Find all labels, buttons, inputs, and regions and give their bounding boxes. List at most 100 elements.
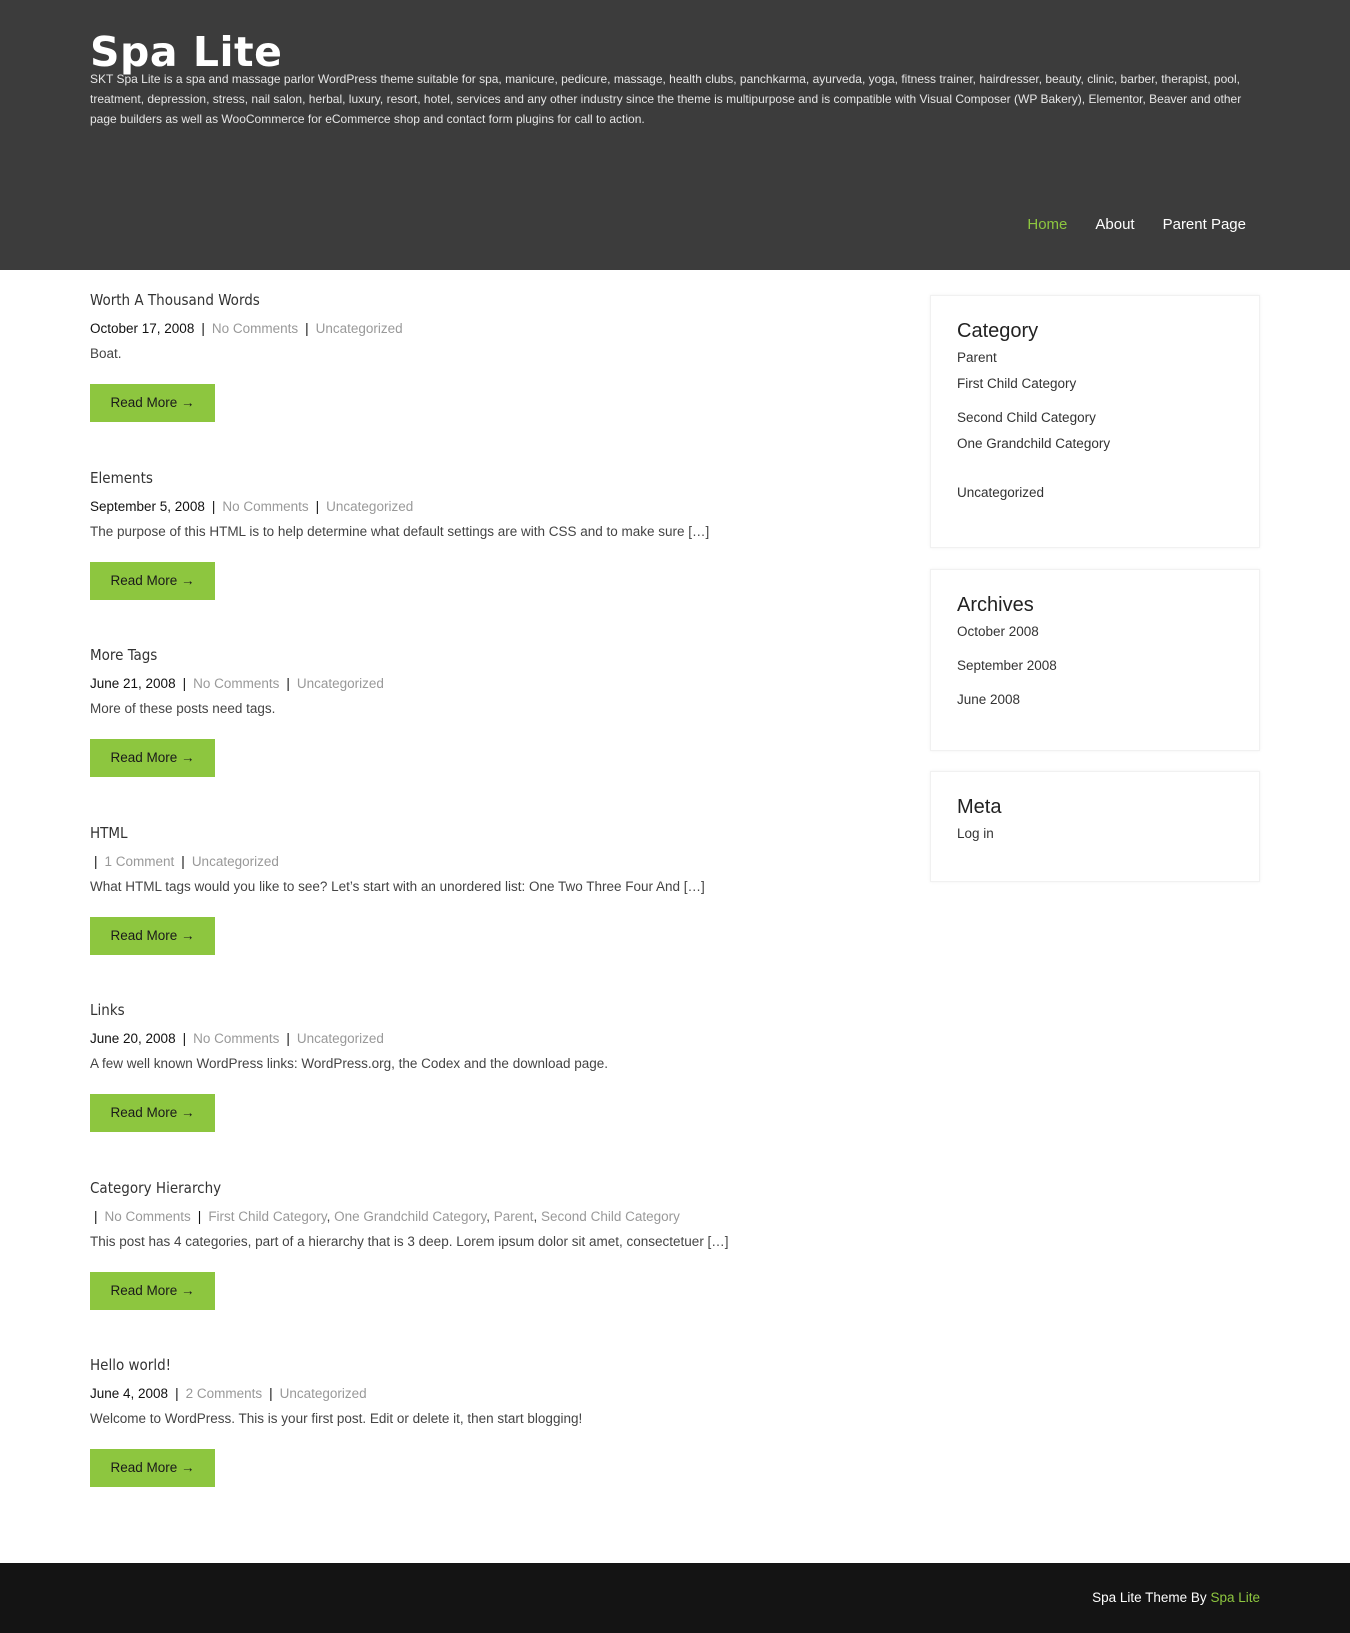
post-category-link[interactable]: Uncategorized [326,499,413,514]
category-list: Parent First Child Category Second Child… [957,350,1233,500]
category-comma: , [486,1208,494,1224]
meta-separator: | [182,1031,187,1046]
post-category-link[interactable]: Uncategorized [192,854,279,869]
post-list: Worth A Thousand Words October 17, 2008 | N… [90,290,870,1533]
post-title[interactable]: Elements [90,468,870,488]
post-comments-link[interactable]: 1 Comment [105,854,175,869]
meta-separator: | [181,853,185,869]
post-category-link[interactable]: Uncategorized [297,1031,384,1046]
read-more-button[interactable]: Read More → [90,1271,215,1310]
post-item: HTML | 1 Comment | Uncategorized What HTML ta… [90,823,870,1001]
meta-item-log-in[interactable]: Log in [957,826,1233,841]
post-excerpt: Welcome to WordPress. This is your first… [90,1411,583,1426]
category-item-first-child[interactable]: First Child Category [957,376,1233,391]
meta-separator: | [94,1208,98,1224]
read-more-button[interactable]: Read More → [90,739,215,777]
meta-separator: | [269,1386,273,1401]
post-date: June 20, 2008 [90,1031,176,1046]
read-more-button[interactable]: Read More → [90,561,215,600]
post-category-link[interactable]: Uncategorized [280,1386,367,1401]
post-date: October 17, 2008 [90,321,195,336]
category-widget-title: Category [957,320,1039,342]
footer-credit-text: Spa Lite Theme By [1092,1590,1207,1605]
archives-list: October 2008 September 2008 June 2008 [957,624,1233,707]
footer-credit-link[interactable]: Spa Lite [1210,1590,1260,1605]
post-comments-link[interactable]: 2 Comments [186,1386,263,1401]
nav-about[interactable]: About [1095,213,1134,237]
meta-widget-title: Meta [957,796,1002,818]
main-nav: Home About Parent Page [999,213,1246,237]
footer-credit: Spa Lite Theme By Spa Lite [1092,1589,1260,1607]
archives-widget-title: Archives [957,594,1034,616]
meta-separator: | [197,1208,202,1224]
meta-separator: | [211,498,216,514]
post-item: Hello world! June 4, 2008 | 2 Comments | Unca… [90,1355,870,1533]
post-category-link[interactable]: Uncategorized [297,676,384,691]
post-title[interactable]: HTML [90,823,870,843]
post-meta: | No Comments | First Child Category, One G… [90,1208,870,1226]
post-comments-link[interactable]: No Comments [193,676,279,691]
post-meta: September 5, 2008 | No Comments | Uncategori… [90,498,870,516]
post-item: Links June 20, 2008 | No Comments | Uncategor… [90,1000,870,1178]
category-item-parent[interactable]: Parent [957,350,1233,365]
read-more-button[interactable]: Read More → [90,916,215,955]
post-category-link[interactable]: First Child Category [208,1209,326,1224]
category-comma: , [533,1208,542,1224]
post-excerpt: What HTML tags would you like to see? Le… [90,878,705,894]
category-item-second-child[interactable]: Second Child Category [957,410,1233,425]
read-more-button[interactable]: Read More → [90,1094,215,1132]
meta-separator: | [286,1031,290,1046]
category-item-one-grandchild[interactable]: One Grandchild Category [957,436,1233,451]
post-date: June 4, 2008 [90,1386,169,1401]
archives-widget: Archives October 2008 September 2008 Jun… [930,569,1260,751]
meta-widget: Meta Log in [930,771,1260,882]
post-meta: October 17, 2008 | No Comments | Uncategoriz… [90,320,870,338]
meta-separator: | [315,498,320,514]
read-more-button[interactable]: Read More → [90,1449,215,1487]
post-item: Worth A Thousand Words October 17, 2008 | N… [90,290,870,468]
meta-separator: | [305,321,309,336]
meta-list: Log in [957,826,1233,841]
post-meta: June 4, 2008 | 2 Comments | Uncategorized [90,1385,870,1403]
post-meta: | 1 Comment | Uncategorized [90,853,870,871]
post-comments-link[interactable]: No Comments [222,499,308,514]
archive-item-june-2008[interactable]: June 2008 [957,692,1233,707]
post-excerpt: More of these posts need tags. [90,701,276,716]
post-category-link[interactable]: Uncategorized [316,321,403,336]
post-category-link[interactable]: One Grandchild Category [334,1209,486,1224]
post-title[interactable]: More Tags [90,645,870,665]
post-item: Elements September 5, 2008 | No Comments | Un… [90,468,870,646]
site-description: SKT Spa Lite is a spa and massage parlor… [90,72,1242,126]
post-category-link[interactable]: Second Child Category [541,1209,680,1224]
post-meta: June 21, 2008 | No Comments | Uncategorized [90,675,870,693]
post-comments-link[interactable]: No Comments [193,1031,279,1046]
post-excerpt: This post has 4 categories, part of a hi… [90,1233,729,1249]
meta-separator: | [286,676,290,691]
read-more-button[interactable]: Read More → [90,384,215,422]
site-header: Spa Lite SKT Spa Lite is a spa and massa… [0,0,1350,270]
post-date: September 5, 2008 [90,498,205,514]
post-excerpt: A few well known WordPress links: WordPr… [90,1056,609,1071]
post-date: June 21, 2008 [90,676,176,691]
post-item: More Tags June 21, 2008 | No Comments | Uncat… [90,645,870,823]
post-title[interactable]: Category Hierarchy [90,1178,870,1198]
meta-separator: | [201,321,205,336]
meta-separator: | [182,676,187,691]
site-footer: Spa Lite Theme By Spa Lite [0,1563,1350,1633]
post-excerpt: Boat. [90,346,122,361]
post-category-link[interactable]: Parent [494,1209,534,1224]
post-meta: June 20, 2008 | No Comments | Uncategorized [90,1030,870,1048]
nav-parent-page[interactable]: Parent Page [1163,213,1246,237]
post-title[interactable]: Links [90,1000,870,1020]
category-comma: , [326,1208,335,1224]
archive-item-september-2008[interactable]: September 2008 [957,658,1233,673]
post-comments-link[interactable]: No Comments [212,321,298,336]
category-item-uncategorized[interactable]: Uncategorized [957,485,1233,500]
post-title[interactable]: Hello world! [90,1355,870,1375]
archive-item-october-2008[interactable]: October 2008 [957,624,1233,639]
post-comments-link[interactable]: No Comments [105,1209,191,1224]
category-widget: Category Parent First Child Category Sec… [930,295,1260,548]
nav-home[interactable]: Home [1027,213,1067,237]
meta-separator: | [94,853,98,869]
post-title[interactable]: Worth A Thousand Words [90,290,870,310]
